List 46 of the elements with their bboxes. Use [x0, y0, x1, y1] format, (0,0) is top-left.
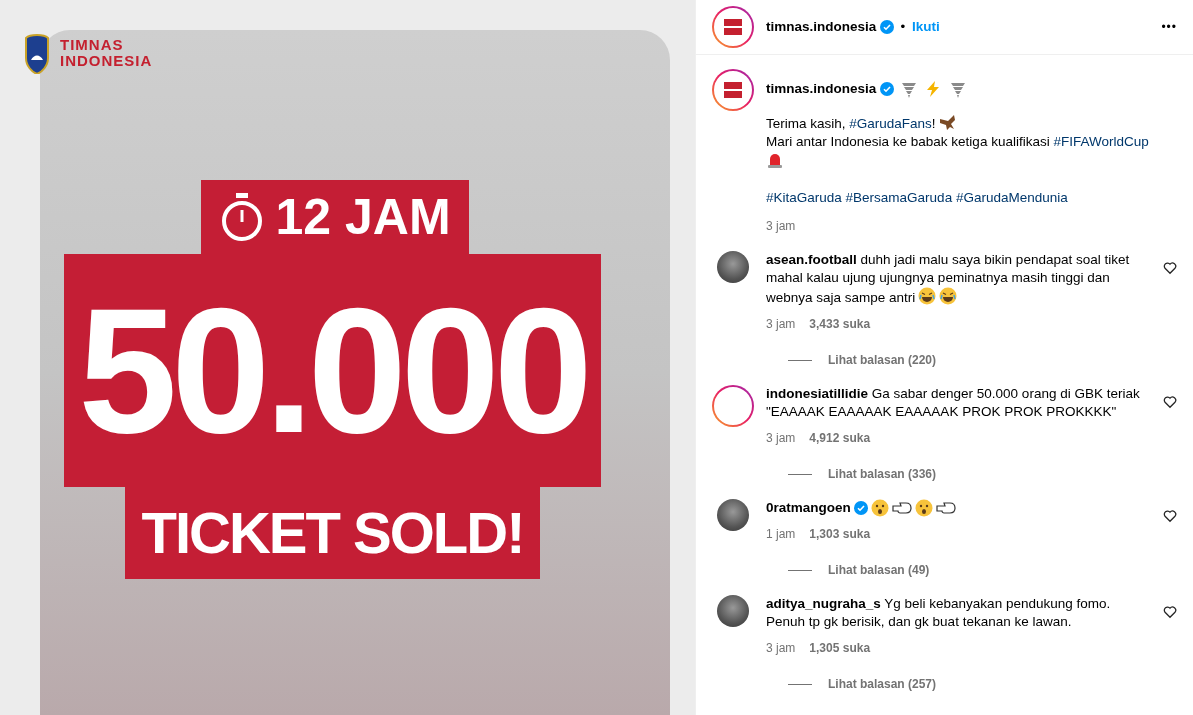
logo-icon: [723, 18, 743, 36]
laughing-face-icon: [918, 287, 937, 306]
timer-text: 12 JAM: [275, 192, 451, 242]
username-link[interactable]: asean.football: [766, 252, 857, 268]
headline-banner: TICKET SOLD!: [125, 487, 540, 579]
comment-time: 1 jam: [766, 526, 796, 544]
comment-text: aditya_nugraha_s Yg beli kebanyakan pendukung fomo. Penuh tp gk berisik, dan gk buat tekanan ke lawan.: [766, 595, 1112, 632]
hashtag-link[interactable]: #KitaGaruda: [766, 190, 842, 206]
tornado-icon: [900, 80, 919, 99]
comment-text: indonesiatillidie Ga sabar denger 50.000 orang di GBK teriak "EAAAAK EAAAAAK EAAAAAK PROK PROK PROKKKK": [766, 385, 1141, 422]
laughing-face-icon: [939, 287, 958, 306]
view-replies-button[interactable]: Lihat balasan (336): [828, 465, 937, 484]
siren-icon: [766, 151, 784, 170]
logo-text: TIMNAS INDONESIA: [60, 37, 153, 69]
caption-text: Mari antar Indonesia ke babak ketiga kualifikasi #FIFAWorldCup: [766, 134, 1149, 150]
view-replies-button[interactable]: Lihat balasan (49): [828, 561, 930, 580]
count-banner: 50.000: [64, 254, 601, 487]
hashtag-link[interactable]: #GarudaFans: [849, 116, 932, 132]
comment-text: asean.football duhh jadi malu saya bikin pendapat soal tiket mahal kalau ujung ujungnya peminatnya masih tinggi dan webnya saja sampe antri: [766, 251, 1131, 308]
more-options-button[interactable]: •••: [1161, 18, 1177, 36]
username-link[interactable]: timnas.indonesia: [766, 16, 877, 38]
comment-time: 3 jam: [766, 430, 796, 448]
separator-dot: •: [900, 17, 906, 36]
comment-time: 3 jam: [766, 640, 796, 658]
surprised-face-icon: [915, 499, 934, 518]
hashtag-link[interactable]: #GarudaMendunia: [955, 190, 1068, 206]
view-replies-button[interactable]: Lihat balasan (220): [828, 351, 937, 370]
like-count: 3,433 suka: [809, 316, 871, 334]
username-link[interactable]: aditya_nugraha_s: [766, 596, 881, 612]
comment-time: 3 jam: [766, 316, 796, 334]
bird-icon: [938, 113, 957, 132]
crest-icon: [24, 32, 50, 74]
username-link[interactable]: indonesiatillidie: [766, 386, 868, 402]
surprised-face-icon: [871, 499, 890, 518]
view-replies-button[interactable]: Lihat balasan (257): [828, 675, 937, 694]
username-link[interactable]: timnas.indonesia: [766, 79, 877, 100]
hashtag-link[interactable]: #FIFAWorldCup: [1053, 134, 1149, 150]
username-link[interactable]: 0ratmangoen: [766, 499, 851, 518]
like-count: 1,303 suka: [809, 526, 871, 544]
like-count: 1,305 suka: [809, 640, 871, 658]
hashtag-link[interactable]: #BersamaGaruda: [845, 190, 953, 206]
like-count: 4,912 suka: [809, 430, 871, 448]
caption-text: Terima kasih, #GarudaFans!: [766, 116, 936, 132]
tornado-icon: [948, 80, 967, 99]
post-time: 3 jam: [766, 218, 796, 236]
logo-icon: [723, 81, 743, 99]
